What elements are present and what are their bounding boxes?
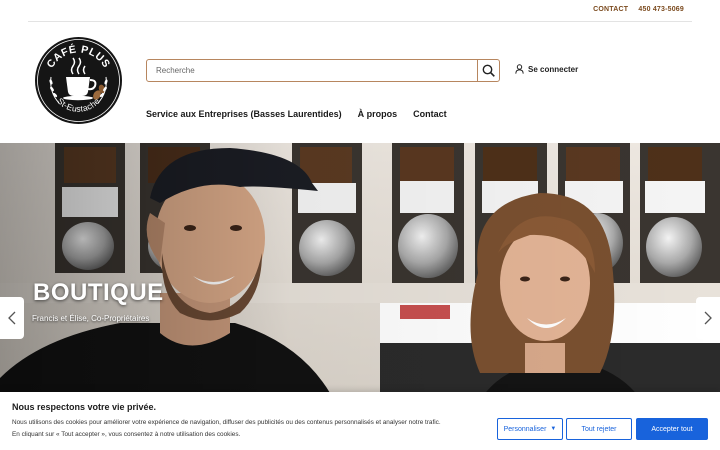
hero-next-button[interactable] xyxy=(696,297,720,339)
search-button[interactable] xyxy=(477,60,499,81)
chevron-right-icon xyxy=(704,311,712,325)
search-bar xyxy=(146,59,500,82)
cookie-reject-button[interactable]: Tout rejeter xyxy=(566,418,632,440)
hero-prev-button[interactable] xyxy=(0,297,24,339)
cookie-accept-button[interactable]: Accepter tout xyxy=(636,418,708,440)
search-icon xyxy=(482,64,495,77)
login-link[interactable]: Se connecter xyxy=(515,64,578,74)
cookie-banner: Nous respectons votre vie privée. Nous u… xyxy=(0,392,720,450)
cookie-customize-button[interactable]: Personnaliser ▼ xyxy=(497,418,563,440)
cafe-plus-logo-graphic: CAFÉ PLUS St-Eustache xyxy=(35,37,122,124)
main-nav: Service aux Entreprises (Basses Laurenti… xyxy=(146,109,463,119)
top-bar: CONTACT 450 473-5069 xyxy=(28,0,692,22)
top-links: CONTACT 450 473-5069 xyxy=(585,6,684,13)
login-label: Se connecter xyxy=(528,64,579,74)
nav-item-entreprises[interactable]: Service aux Entreprises (Basses Laurenti… xyxy=(146,109,342,119)
cookie-customize-label: Personnaliser xyxy=(503,425,547,433)
nav-item-contact[interactable]: Contact xyxy=(413,109,447,119)
caret-down-icon: ▼ xyxy=(550,426,557,432)
hero-subtitle: Francis et Élise, Co-Propriétaires xyxy=(32,314,150,323)
hero-title: BOUTIQUE xyxy=(33,279,164,306)
cookie-text-line2: En cliquant sur « Tout accepter », vous … xyxy=(12,431,241,438)
chevron-left-icon xyxy=(8,311,16,325)
site-logo[interactable]: CAFÉ PLUS St-Eustache xyxy=(35,37,122,124)
top-contact-link[interactable]: CONTACT xyxy=(593,6,628,13)
cookie-text-line1: Nous utilisons des cookies pour améliore… xyxy=(12,419,441,426)
search-input[interactable] xyxy=(147,60,479,81)
top-phone-link[interactable]: 450 473-5069 xyxy=(638,6,684,13)
cookie-title: Nous respectons votre vie privée. xyxy=(12,402,157,412)
nav-item-a-propos[interactable]: À propos xyxy=(358,109,398,119)
user-icon xyxy=(515,64,524,74)
